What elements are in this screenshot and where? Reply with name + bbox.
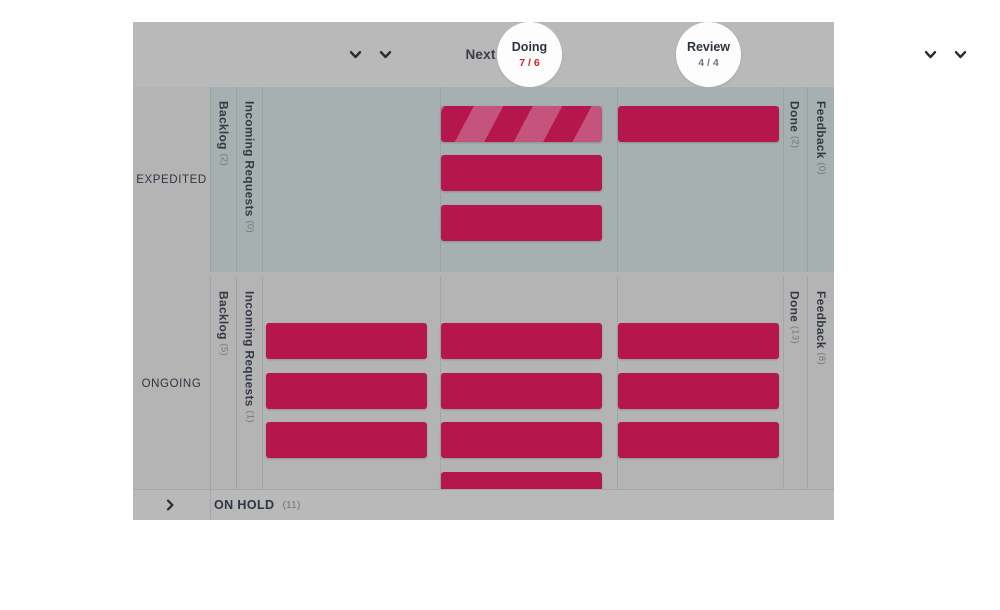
column-strip-incoming-requests-ongoing[interactable]: Incoming Requests (1) <box>236 277 262 490</box>
card[interactable] <box>618 323 779 359</box>
header-left-chevrons <box>347 22 394 87</box>
column-strip-done-expedited-label: Done <box>787 101 802 133</box>
wip-bubble-doing[interactable]: Doing 7 / 6 <box>497 22 562 87</box>
swimlane-expedited-label: EXPEDITED <box>136 173 207 186</box>
card[interactable] <box>441 106 602 142</box>
swimlane-on-hold-count: (11) <box>282 499 301 511</box>
swimlane-on-hold-label-group: ON HOLD (11) <box>210 490 300 520</box>
card[interactable] <box>266 323 427 359</box>
wip-count-review: 4 / 4 <box>698 56 719 69</box>
card[interactable] <box>618 106 779 142</box>
card[interactable] <box>441 323 602 359</box>
chevron-right-icon[interactable] <box>163 490 177 520</box>
column-strip-incoming-requests-expedited-count: (0) <box>244 220 256 233</box>
column-header-review-label: Review <box>686 39 731 54</box>
column-strip-backlog-ongoing[interactable]: Backlog (5) <box>210 277 236 490</box>
column-strip-backlog-expedited[interactable]: Backlog (2) <box>210 87 236 272</box>
column-strip-done-ongoing-label: Done <box>787 291 802 323</box>
column-strip-feedback-ongoing-label: Feedback <box>814 291 828 349</box>
column-strip-done-ongoing-count: (13) <box>789 325 801 344</box>
column-strip-feedback-ongoing[interactable]: Feedback (8) <box>808 277 834 490</box>
wip-count-doing: 7 / 6 <box>519 56 540 69</box>
chevron-down-icon-1[interactable] <box>347 46 364 63</box>
card[interactable] <box>441 422 602 458</box>
column-strip-done-ongoing[interactable]: Done (13) <box>782 277 808 490</box>
swimlane-ongoing-label: ONGOING <box>141 377 202 390</box>
column-strip-backlog-ongoing-label: Backlog <box>216 291 231 340</box>
column-strip-feedback-expedited-count: (0) <box>816 162 827 175</box>
column-header-review[interactable]: Review 4 / 4 <box>621 22 796 87</box>
swimlane-on-hold-label: ON HOLD <box>214 498 275 512</box>
kanban-board: Next Doing 7 / 6 Review 4 / 4 EXPEDITED <box>133 22 967 520</box>
card[interactable] <box>441 373 602 409</box>
column-strip-feedback-expedited-label: Feedback <box>814 101 828 159</box>
card[interactable] <box>618 422 779 458</box>
swimlane-ongoing: ONGOING Backlog (5) Incoming Requests (1… <box>133 277 834 508</box>
board-header: Next Doing 7 / 6 Review 4 / 4 <box>133 22 967 87</box>
column-separator <box>783 87 784 272</box>
column-header-doing[interactable]: Doing 7 / 6 <box>442 22 617 87</box>
card[interactable] <box>441 205 602 241</box>
column-strip-feedback-ongoing-count: (8) <box>816 352 827 365</box>
card[interactable] <box>618 373 779 409</box>
card[interactable] <box>266 373 427 409</box>
swimlane-ongoing-body: Backlog (5) Incoming Requests (1) Done (… <box>210 277 834 508</box>
card[interactable] <box>266 422 427 458</box>
column-strip-incoming-requests-ongoing-count: (1) <box>244 410 256 423</box>
column-strip-backlog-expedited-label: Backlog <box>216 101 231 150</box>
column-separator <box>262 277 263 490</box>
column-strip-incoming-requests-ongoing-label: Incoming Requests <box>242 291 257 407</box>
column-strip-backlog-expedited-count: (2) <box>218 153 230 166</box>
column-strip-done-expedited[interactable]: Done (2) <box>782 87 808 272</box>
card[interactable] <box>441 155 602 191</box>
chevron-down-icon-2[interactable] <box>377 46 394 63</box>
column-strip-incoming-requests-expedited-label: Incoming Requests <box>242 101 257 217</box>
column-separator <box>262 87 263 272</box>
column-strip-done-expedited-count: (2) <box>789 135 801 149</box>
swimlane-on-hold[interactable]: ON HOLD (11) <box>133 489 834 520</box>
column-separator <box>783 277 784 490</box>
swimlane-expedited: EXPEDITED Backlog (2) Incoming Requests … <box>133 87 834 272</box>
column-header-doing-label: Doing <box>511 39 548 54</box>
chevron-down-icon-3[interactable] <box>922 46 939 63</box>
wip-bubble-review[interactable]: Review 4 / 4 <box>676 22 741 87</box>
header-right-chevrons <box>922 22 969 87</box>
swimlane-expedited-body: Backlog (2) Incoming Requests (0) Done (… <box>210 87 834 272</box>
column-strip-feedback-expedited[interactable]: Feedback (0) <box>808 87 834 272</box>
column-strip-backlog-ongoing-count: (5) <box>218 343 230 356</box>
chevron-down-icon-4[interactable] <box>952 46 969 63</box>
column-strip-incoming-requests-expedited[interactable]: Incoming Requests (0) <box>236 87 262 272</box>
